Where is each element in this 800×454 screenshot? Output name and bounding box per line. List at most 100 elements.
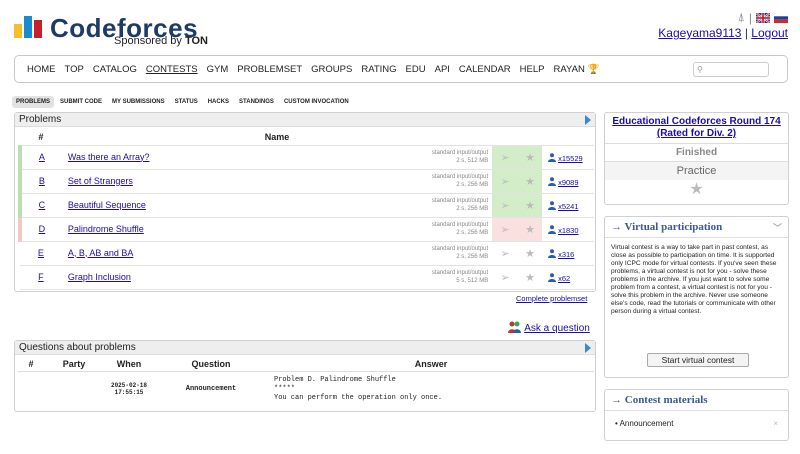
problem-index-link[interactable]: B bbox=[39, 176, 45, 186]
answer-text: You can perform the operation only once. bbox=[274, 393, 443, 402]
solved-count-link[interactable]: x15529 bbox=[558, 154, 583, 163]
submit-arrow-icon[interactable]: ➢ bbox=[501, 199, 510, 212]
contest-subtabs: PROBLEMS SUBMIT CODE MY SUBMISSIONS STAT… bbox=[12, 96, 355, 108]
russian-flag-icon[interactable] bbox=[774, 12, 788, 23]
problem-index-link[interactable]: D bbox=[39, 224, 46, 234]
favorite-cell: ★ bbox=[518, 241, 543, 266]
subtab-custom-invocation[interactable]: CUSTOM INVOCATION bbox=[280, 96, 353, 108]
problem-row-a: A Was there an Array? standard input/outp… bbox=[18, 145, 594, 170]
submit-arrow-icon[interactable]: ➢ bbox=[501, 247, 510, 260]
solved-count-link[interactable]: x62 bbox=[558, 274, 570, 283]
search-icon: ⚲ bbox=[697, 65, 703, 74]
problem-name-link[interactable]: Was there an Array? bbox=[68, 152, 150, 162]
materials-item: • Announcement × bbox=[615, 419, 778, 428]
solved-count-link[interactable]: x316 bbox=[558, 250, 574, 259]
favorite-star-icon[interactable]: ★ bbox=[525, 151, 535, 164]
problem-index-link[interactable]: A bbox=[39, 152, 45, 162]
problem-name-cell: Was there an Array? standard input/output… bbox=[61, 145, 493, 170]
favorite-star-icon[interactable]: ★ bbox=[525, 271, 535, 284]
solved-count-link[interactable]: x1830 bbox=[558, 226, 578, 235]
menu-item-api[interactable]: API bbox=[435, 64, 450, 75]
problems-header-row: # Name bbox=[20, 129, 594, 146]
menu-item-groups[interactable]: GROUPS bbox=[311, 64, 352, 75]
announcement-link[interactable]: Announcement bbox=[620, 419, 674, 428]
header-index: # bbox=[20, 129, 62, 146]
subtab-problems[interactable]: PROBLEMS bbox=[12, 96, 55, 108]
header-solved bbox=[542, 129, 594, 146]
solved-count-link[interactable]: x5241 bbox=[558, 202, 578, 211]
problem-limits: standard input/output 2 s, 256 MB bbox=[432, 173, 488, 189]
problem-index-link[interactable]: F bbox=[38, 272, 44, 282]
header-answer: Answer bbox=[268, 357, 594, 372]
expand-arrow-icon[interactable] bbox=[585, 115, 591, 125]
header-question: Question bbox=[154, 357, 268, 372]
problem-io: standard input/output bbox=[431, 269, 489, 276]
problem-name-link[interactable]: A, B, AB and BA bbox=[68, 248, 134, 258]
submit-arrow-icon[interactable]: ➢ bbox=[501, 223, 510, 236]
close-icon[interactable]: × bbox=[773, 419, 778, 428]
codeforces-logo-icon[interactable] bbox=[14, 14, 44, 38]
search-input[interactable]: ⚲ bbox=[693, 62, 769, 77]
chevron-down-icon[interactable]: ﹀ bbox=[773, 221, 782, 234]
menu-item-help[interactable]: HELP bbox=[520, 64, 545, 75]
problem-name-link[interactable]: Set of Strangers bbox=[68, 176, 133, 186]
question-row: 2025-02-18 17:55:15 Announcement Problem … bbox=[18, 371, 594, 407]
menu-item-edu[interactable]: EDU bbox=[406, 64, 426, 75]
problem-row-e: E A, B, AB and BA standard input/output 2 … bbox=[20, 241, 594, 266]
menu-item-calendar[interactable]: CALENDAR bbox=[459, 64, 511, 75]
subtab-submit-code[interactable]: SUBMIT CODE bbox=[56, 96, 106, 108]
contest-title-link[interactable]: Educational Codeforces Round 174 (Rated … bbox=[605, 113, 788, 144]
favorite-star-icon[interactable]: ★ bbox=[525, 247, 535, 260]
subtab-standings[interactable]: STANDINGS bbox=[235, 96, 278, 108]
problem-index-link[interactable]: E bbox=[38, 248, 44, 258]
expand-arrow-icon[interactable] bbox=[585, 343, 591, 353]
problem-name-link[interactable]: Graph Inclusion bbox=[68, 272, 131, 282]
problem-row-f: F Graph Inclusion standard input/output 5 … bbox=[20, 265, 594, 290]
problem-index-cell: C bbox=[18, 193, 62, 218]
solved-count-link[interactable]: x9089 bbox=[558, 178, 578, 187]
menu-item-catalog[interactable]: CATALOG bbox=[93, 64, 137, 75]
subtab-status[interactable]: STATUS bbox=[171, 96, 202, 108]
submit-cell: ➢ bbox=[492, 241, 519, 266]
header-icons: ⍋ | bbox=[738, 10, 788, 25]
questions-panel-title: Questions about problems bbox=[15, 341, 595, 355]
submit-arrow-icon[interactable]: ➢ bbox=[501, 151, 510, 164]
favorite-star-icon[interactable]: ★ bbox=[525, 175, 535, 188]
username-link[interactable]: Kageyama9113 bbox=[658, 26, 741, 40]
menu-item-top[interactable]: TOP bbox=[65, 64, 84, 75]
menu-item-rayan[interactable]: RAYAN 🏆 bbox=[554, 64, 600, 75]
subtab-hacks[interactable]: HACKS bbox=[204, 96, 233, 108]
submit-arrow-icon[interactable]: ➢ bbox=[501, 175, 510, 188]
bell-icon[interactable]: ⍋ bbox=[738, 10, 745, 25]
favorite-star-icon[interactable]: ★ bbox=[525, 223, 535, 236]
questions-panel: Questions about problems # Party When Qu… bbox=[14, 340, 596, 412]
problem-limits: standard input/output 2 s, 256 MB bbox=[432, 245, 488, 261]
problem-row-c: C Beautiful Sequence standard input/outpu… bbox=[18, 193, 594, 218]
menu-item-rating[interactable]: RATING bbox=[361, 64, 396, 75]
subtab-my-submissions[interactable]: MY SUBMISSIONS bbox=[108, 96, 169, 108]
problem-time-memory: 5 s, 512 MB bbox=[456, 277, 489, 284]
questions-header-row: # Party When Question Answer bbox=[18, 357, 594, 372]
solved-cell: x62 bbox=[542, 265, 594, 290]
submit-arrow-icon[interactable]: ➢ bbox=[501, 271, 510, 284]
favorite-star-icon[interactable]: ★ bbox=[525, 199, 535, 212]
ask-question-link[interactable]: Ask a question bbox=[524, 323, 590, 334]
problem-name-link[interactable]: Beautiful Sequence bbox=[68, 200, 146, 210]
menu-item-gym[interactable]: GYM bbox=[207, 64, 229, 75]
ask-question[interactable]: Ask a question bbox=[508, 321, 590, 334]
problem-index-link[interactable]: C bbox=[39, 200, 46, 210]
virtual-participation-box: → Virtual participation ﹀ Virtual contest… bbox=[604, 216, 789, 378]
sponsor-prefix: Sponsored by bbox=[114, 35, 182, 47]
logout-link[interactable]: Logout bbox=[751, 26, 788, 40]
favorite-cell: ★ bbox=[518, 265, 543, 290]
menu-item-contests[interactable]: CONTESTS bbox=[146, 64, 198, 75]
question-date: 2025-02-18 bbox=[110, 382, 147, 390]
complete-problemset-link[interactable]: Complete problemset bbox=[516, 294, 587, 303]
english-flag-icon[interactable] bbox=[756, 12, 770, 23]
menu-item-home[interactable]: HOME bbox=[27, 64, 56, 75]
favorite-star-icon[interactable]: ★ bbox=[605, 180, 788, 200]
start-virtual-contest-button[interactable]: Start virtual contest bbox=[647, 353, 749, 367]
materials-heading: → Contest materials bbox=[605, 390, 788, 411]
menu-item-problemset[interactable]: PROBLEMSET bbox=[237, 64, 302, 75]
problem-name-link[interactable]: Palindrome Shuffle bbox=[68, 224, 144, 234]
